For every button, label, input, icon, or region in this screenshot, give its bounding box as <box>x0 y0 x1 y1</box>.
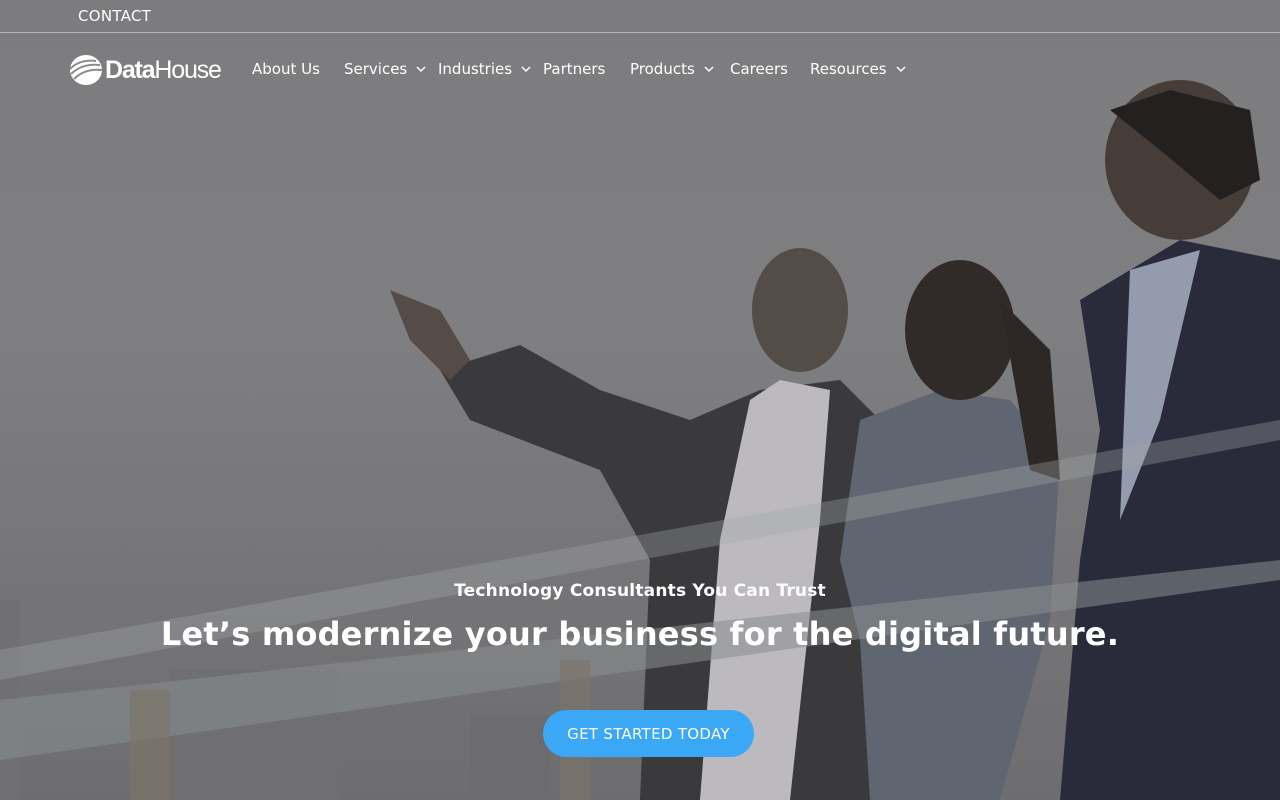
nav-item-services[interactable]: Services <box>344 60 426 78</box>
logo-text-light: House <box>154 55 221 84</box>
nav-item-label: Resources <box>810 60 887 78</box>
main-nav: DataHouse About Us Services Industries P… <box>0 33 1280 107</box>
utility-bar: CONTACT <box>0 0 1280 33</box>
logo-text-bold: Data <box>105 55 156 84</box>
nav-item-partners[interactable]: Partners <box>543 60 605 78</box>
nav-item-label: Products <box>630 60 695 78</box>
nav-item-label: Careers <box>730 60 788 78</box>
nav-item-label: About Us <box>252 60 320 78</box>
nav-item-products[interactable]: Products <box>630 60 714 78</box>
hero-headline: Let’s modernize your business for the di… <box>160 615 1120 653</box>
contact-link[interactable]: CONTACT <box>78 7 151 25</box>
nav-item-about-us[interactable]: About Us <box>252 60 320 78</box>
hero-overlay <box>0 0 1280 800</box>
nav-item-resources[interactable]: Resources <box>810 60 906 78</box>
datahouse-logo[interactable]: DataHouse <box>70 54 222 86</box>
nav-item-label: Industries <box>438 60 513 78</box>
nav-item-label: Services <box>344 60 408 78</box>
hero-background <box>0 0 1280 800</box>
get-started-button[interactable]: GET STARTED TODAY <box>543 710 754 757</box>
chevron-down-icon <box>896 65 906 72</box>
logo-mark-icon <box>70 55 102 85</box>
hero-tagline: Technology Consultants You Can Trust <box>454 581 826 601</box>
chevron-down-icon <box>704 65 714 72</box>
nav-item-label: Partners <box>543 60 606 78</box>
chevron-down-icon <box>416 65 426 72</box>
nav-item-industries[interactable]: Industries <box>438 60 531 78</box>
nav-item-careers[interactable]: Careers <box>730 60 788 78</box>
chevron-down-icon <box>521 65 531 72</box>
